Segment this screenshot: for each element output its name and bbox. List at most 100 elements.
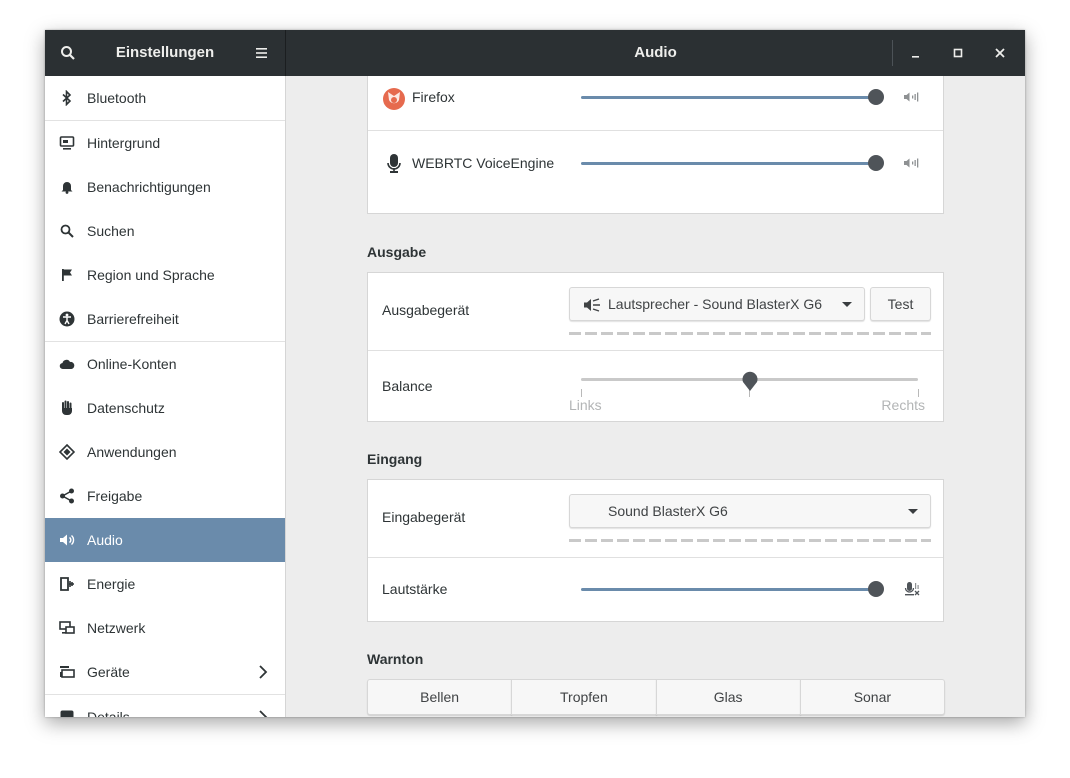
- sidebar-item-label: Suchen: [87, 223, 135, 239]
- input-level-meter: [569, 539, 931, 542]
- network-icon: [59, 620, 75, 636]
- microphone-sensitivity-icon: [904, 582, 920, 596]
- output-device-row: Ausgabegerät Lautsprecher - Sound Blaste…: [368, 273, 943, 350]
- input-volume-row: Lautstärke: [368, 558, 943, 621]
- bell-icon: [59, 179, 75, 195]
- sidebar-item-label: Barrierefreiheit: [87, 311, 179, 327]
- output-panel: Ausgabegerät Lautsprecher - Sound Blaste…: [367, 272, 944, 422]
- alert-option-glas[interactable]: Glas: [655, 679, 801, 715]
- alert-option-sonar[interactable]: Sonar: [799, 679, 945, 715]
- output-device-dropdown[interactable]: Lautsprecher - Sound BlasterX G6: [569, 287, 865, 321]
- sidebar-item-label: Energie: [87, 576, 136, 592]
- volume-indicator-icon: [904, 158, 919, 168]
- balance-tick-left: [581, 389, 582, 397]
- microphone-icon: [387, 154, 401, 173]
- test-button[interactable]: Test: [870, 287, 931, 321]
- sidebar-item-label: Audio: [87, 532, 123, 548]
- sidebar-item-label: Freigabe: [87, 488, 143, 504]
- header-separator: [892, 40, 893, 66]
- alert-option-bellen[interactable]: Bellen: [367, 679, 513, 715]
- sidebar-item-applications[interactable]: Anwendungen: [45, 430, 285, 474]
- accessibility-icon: [59, 311, 75, 327]
- search-icon: [59, 223, 75, 239]
- maximize-button[interactable]: [937, 30, 979, 76]
- app-volume-slider-knob[interactable]: [868, 89, 884, 105]
- power-icon: [59, 576, 75, 592]
- speaker-icon: [59, 532, 75, 548]
- app-title: Einstellungen: [115, 44, 215, 61]
- search-icon: [61, 46, 75, 60]
- flag-icon: [59, 267, 75, 283]
- input-volume-label: Lautstärke: [382, 581, 448, 597]
- hamburger-menu-icon: [256, 48, 267, 58]
- header-bar: Einstellungen Audio: [45, 30, 1025, 76]
- sidebar-item-devices[interactable]: Geräte: [45, 650, 285, 694]
- input-device-label: Eingabegerät: [382, 509, 466, 525]
- input-volume-slider-knob[interactable]: [868, 581, 884, 597]
- balance-slider-knob[interactable]: [741, 370, 759, 392]
- app-volume-slider[interactable]: [581, 162, 876, 165]
- sidebar-item-bluetooth[interactable]: Bluetooth: [45, 76, 285, 120]
- background-icon: [59, 135, 75, 151]
- app-row-firefox: Firefox: [368, 77, 943, 130]
- sidebar-item-label: Geräte: [87, 664, 130, 680]
- input-device-dropdown[interactable]: Sound BlasterX G6: [569, 494, 931, 528]
- alert-sound-selector: Bellen Tropfen Glas Sonar: [367, 679, 945, 715]
- alert-option-tropfen[interactable]: Tropfen: [511, 679, 657, 715]
- sidebar-item-sharing[interactable]: Freigabe: [45, 474, 285, 518]
- balance-row: Balance Links Rechts: [368, 351, 943, 421]
- sidebar-item-power[interactable]: Energie: [45, 562, 285, 606]
- sidebar-item-privacy[interactable]: Datenschutz: [45, 386, 285, 430]
- app-volume-slider-knob[interactable]: [868, 155, 884, 171]
- sidebar-item-label: Datenschutz: [87, 400, 165, 416]
- sidebar-item-details[interactable]: Details: [45, 695, 285, 717]
- app-volume-slider[interactable]: [581, 96, 876, 99]
- output-level-meter: [569, 332, 931, 335]
- search-button[interactable]: [45, 30, 91, 76]
- bluetooth-icon: [59, 90, 75, 106]
- sidebar-item-label: Bluetooth: [87, 90, 147, 106]
- sidebar-item-online-accounts[interactable]: Online-Konten: [45, 342, 285, 386]
- close-button[interactable]: [979, 30, 1021, 76]
- sidebar-item-accessibility[interactable]: Barrierefreiheit: [45, 297, 285, 341]
- audio-content[interactable]: Firefox WEBRTC VoiceEngine Ausgabe Ausga…: [286, 76, 1025, 717]
- sidebar-item-label: Netzwerk: [87, 620, 146, 636]
- sidebar-item-region[interactable]: Region und Sprache: [45, 253, 285, 297]
- applications-panel: Firefox WEBRTC VoiceEngine: [367, 76, 944, 214]
- dropdown-arrow-icon: [908, 509, 918, 514]
- details-icon: [59, 709, 75, 717]
- sidebar-item-label: Details: [87, 709, 130, 717]
- output-device-value: Lautsprecher - Sound BlasterX G6: [608, 296, 823, 312]
- sidebar: Bluetooth Hintergrund Benachrichtigungen…: [45, 76, 286, 717]
- input-device-row: Eingabegerät Sound BlasterX G6: [368, 480, 943, 557]
- alert-section-title: Warnton: [367, 651, 424, 667]
- hand-icon: [59, 400, 75, 416]
- sidebar-item-audio[interactable]: Audio: [45, 518, 285, 562]
- menu-button[interactable]: [239, 30, 285, 76]
- sidebar-item-label: Region und Sprache: [87, 267, 215, 283]
- balance-label: Balance: [382, 378, 433, 394]
- balance-tick-right: [918, 389, 919, 397]
- sidebar-item-network[interactable]: Netzwerk: [45, 606, 285, 650]
- minimize-button[interactable]: [895, 30, 937, 76]
- chevron-right-icon: [259, 665, 268, 679]
- volume-indicator-icon: [904, 92, 919, 102]
- input-device-value: Sound BlasterX G6: [608, 503, 728, 519]
- applications-icon: [59, 444, 75, 460]
- sidebar-item-label: Anwendungen: [87, 444, 177, 460]
- firefox-icon: [383, 88, 405, 110]
- sidebar-item-background[interactable]: Hintergrund: [45, 121, 285, 165]
- input-volume-slider[interactable]: [581, 588, 876, 591]
- output-device-label: Ausgabegerät: [382, 302, 470, 318]
- balance-left-label: Links: [569, 397, 602, 413]
- balance-right-label: Rechts: [881, 397, 925, 413]
- close-icon: [995, 48, 1005, 58]
- header-left: Einstellungen: [45, 30, 286, 76]
- cloud-icon: [59, 356, 75, 372]
- app-row-webrtc: WEBRTC VoiceEngine: [368, 131, 943, 195]
- sidebar-item-search[interactable]: Suchen: [45, 209, 285, 253]
- sidebar-item-notifications[interactable]: Benachrichtigungen: [45, 165, 285, 209]
- input-section-title: Eingang: [367, 451, 423, 467]
- settings-window: Einstellungen Audio Bluetooth Hintergrun…: [45, 30, 1025, 717]
- share-icon: [59, 488, 75, 504]
